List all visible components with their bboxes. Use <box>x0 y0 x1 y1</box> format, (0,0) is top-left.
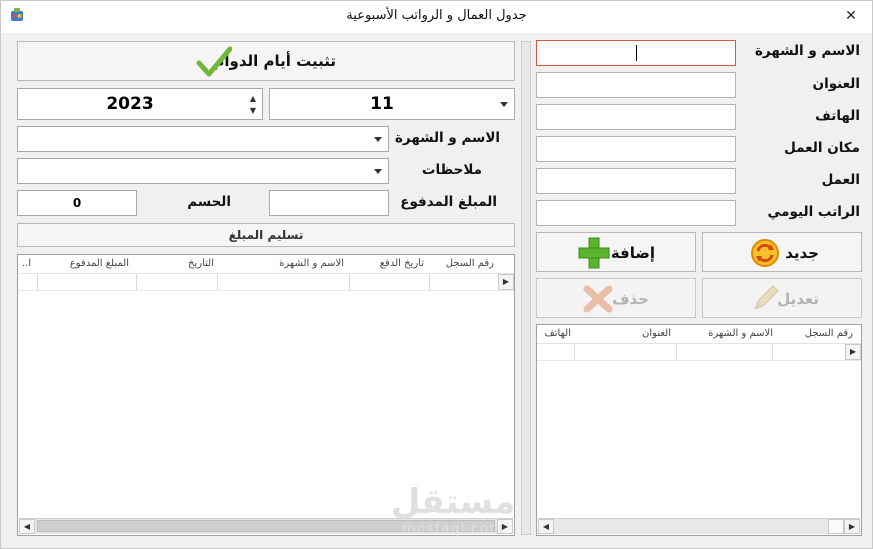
column-header[interactable]: التاريخ <box>188 258 214 269</box>
spin-down-icon[interactable]: ▼ <box>250 106 256 115</box>
job-input[interactable] <box>536 168 736 194</box>
add-button-label: إضافة <box>610 244 655 262</box>
watermark-url: mostaql.com <box>402 521 504 537</box>
employees-grid-row: ▶ <box>537 344 861 361</box>
column-divider <box>217 274 218 290</box>
column-header[interactable]: ا.. <box>22 258 31 269</box>
attendance-name-select[interactable] <box>17 126 389 152</box>
delete-button-label: حذف <box>612 290 649 308</box>
column-divider <box>676 344 677 360</box>
workplace-label: مكان العمل <box>784 140 860 156</box>
discount-label: الحسم <box>187 194 231 210</box>
title-bar: جدول العمال و الرواتب الأسبوعية ✕ <box>1 1 872 33</box>
chevron-down-icon[interactable] <box>374 169 382 174</box>
column-divider <box>772 344 773 360</box>
column-header[interactable]: رقم السجل <box>805 328 853 339</box>
column-header[interactable]: الهاتف <box>544 328 571 339</box>
scroll-left-button[interactable]: ◀ <box>538 519 554 534</box>
address-label: العنوان <box>812 76 860 92</box>
employees-grid[interactable]: رقم السجل الاسم و الشهرة العنوان الهاتف … <box>536 324 862 536</box>
column-divider <box>136 274 137 290</box>
new-button[interactable]: جديد <box>702 232 862 272</box>
scroll-right-small-button[interactable]: ▶ <box>498 274 514 290</box>
address-input[interactable] <box>536 72 736 98</box>
scroll-right-button[interactable]: ▶ <box>844 519 860 534</box>
pencil-icon <box>754 285 779 310</box>
paid-amount-input[interactable] <box>269 190 389 216</box>
notes-select[interactable] <box>17 158 389 184</box>
text-caret <box>636 45 637 61</box>
month-value: 11 <box>370 94 394 114</box>
close-button[interactable]: ✕ <box>840 6 862 26</box>
column-header[interactable]: الاسم و الشهرة <box>708 328 773 339</box>
daily-salary-input[interactable] <box>536 200 736 226</box>
year-spinner[interactable]: 2023 ▲ ▼ <box>17 88 263 120</box>
edit-button[interactable]: تعديل <box>702 278 862 318</box>
delete-button[interactable]: حذف <box>536 278 696 318</box>
add-button[interactable]: إضافة <box>536 232 696 272</box>
deliver-amount-label: تسليم المبلغ <box>228 228 304 242</box>
app-window: جدول العمال و الرواتب الأسبوعية ✕ الاسم … <box>0 0 873 549</box>
watermark-logo: مستقل <box>390 482 516 522</box>
column-header[interactable]: المبلغ المدفوع <box>70 258 129 269</box>
employees-grid-header: رقم السجل الاسم و الشهرة العنوان الهاتف <box>537 325 861 344</box>
scroll-left-button[interactable]: ◀ <box>19 519 35 534</box>
phone-label: الهاتف <box>815 108 860 124</box>
name-input[interactable] <box>536 40 736 66</box>
deliver-amount-button[interactable]: تسليم المبلغ <box>17 223 515 247</box>
scroll-thumb[interactable] <box>828 519 844 534</box>
column-divider <box>574 344 575 360</box>
notes-label: ملاحظات <box>421 162 482 178</box>
name-label: الاسم و الشهرة <box>754 43 860 59</box>
refresh-icon <box>751 239 779 267</box>
scroll-right-small-button[interactable]: ▶ <box>845 344 861 360</box>
workplace-input[interactable] <box>536 136 736 162</box>
job-label: العمل <box>821 172 860 188</box>
column-divider <box>429 274 430 290</box>
window-title: جدول العمال و الرواتب الأسبوعية <box>346 8 527 23</box>
plus-icon <box>578 237 610 269</box>
chevron-down-icon[interactable] <box>374 137 382 142</box>
column-header[interactable]: العنوان <box>642 328 671 339</box>
column-divider <box>349 274 350 290</box>
payments-grid-row: ▶ <box>18 274 514 291</box>
discount-input[interactable]: 0 <box>17 190 137 216</box>
confirm-attendance-button[interactable]: تثبيت أيام الدوام <box>17 41 515 81</box>
new-button-label: جديد <box>785 244 819 262</box>
edit-button-label: تعديل <box>777 290 819 308</box>
year-value: 2023 <box>106 94 154 114</box>
paid-amount-label: المبلغ المدفوع <box>400 194 497 210</box>
column-divider <box>37 274 38 290</box>
column-header[interactable]: تاريخ الدفع <box>380 258 424 269</box>
x-icon <box>583 285 613 313</box>
daily-salary-label: الراتب اليومي <box>767 204 860 220</box>
column-header[interactable]: رقم السجل <box>446 258 494 269</box>
phone-input[interactable] <box>536 104 736 130</box>
panel-divider <box>521 41 531 535</box>
column-header[interactable]: الاسم و الشهرة <box>279 258 344 269</box>
spin-up-icon[interactable]: ▲ <box>250 94 256 103</box>
checkmark-icon <box>196 46 232 77</box>
month-select[interactable]: 11 <box>269 88 515 120</box>
payments-grid-header: رقم السجل تاريخ الدفع الاسم و الشهرة الت… <box>18 255 514 274</box>
attendance-name-label: الاسم و الشهرة <box>394 130 500 146</box>
employees-horizontal-scrollbar[interactable]: ◀ ▶ <box>538 518 860 534</box>
chevron-down-icon[interactable] <box>500 102 508 107</box>
